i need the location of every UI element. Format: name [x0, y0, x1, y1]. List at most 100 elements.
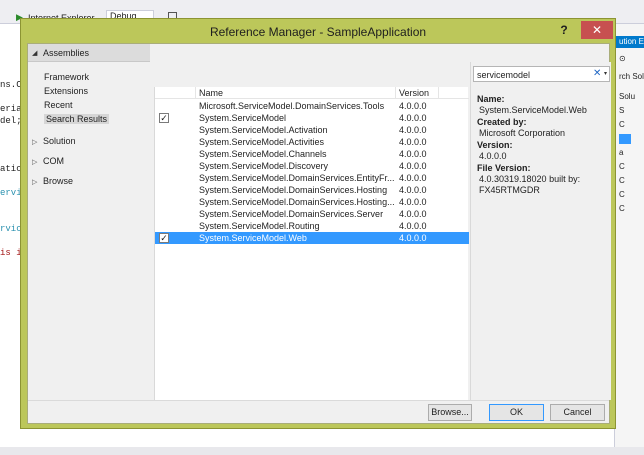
search-box[interactable]: ✕ ▾ [473, 66, 610, 82]
assembly-name: System.ServiceModel.Discovery [199, 161, 329, 171]
nav-item-browse[interactable]: ▷ Browse [32, 176, 73, 186]
detail-file-version-label: File Version: [477, 163, 531, 173]
code-line: del; [0, 116, 22, 126]
checkmark-icon: ✓ [160, 113, 168, 123]
assembly-row[interactable]: System.ServiceModel.Activation 4.0.0.0 [155, 124, 469, 136]
solution-explorer: ution E ⊙ rch Solu Solu S C a C C C C [614, 24, 644, 455]
assembly-row[interactable]: System.ServiceModel.DomainServices.Hosti… [155, 196, 469, 208]
browse-button[interactable]: Browse... [428, 404, 472, 421]
assembly-row[interactable]: ✓ System.ServiceModel.Web 4.0.0.0 [155, 232, 469, 244]
collapsed-triangle-icon: ▷ [32, 179, 38, 186]
nav-item-browse-label: Browse [43, 176, 74, 186]
close-icon: ✕ [591, 23, 603, 37]
expanded-triangle-icon: ◢ [32, 50, 38, 57]
detail-name-label: Name: [477, 94, 505, 104]
assembly-row[interactable]: Microsoft.ServiceModel.DomainServices.To… [155, 100, 469, 112]
solution-item[interactable]: C [619, 120, 625, 129]
assembly-version: 4.0.0.0 [399, 113, 427, 123]
ok-button[interactable]: OK [489, 404, 544, 421]
solution-item[interactable]: S [619, 106, 624, 115]
solution-item[interactable]: C [619, 204, 625, 213]
category-nav: ◢ Assemblies Framework Extensions Recent… [28, 44, 152, 400]
dialog-client-area: ◢ Assemblies Framework Extensions Recent… [27, 43, 611, 424]
solution-search[interactable]: rch Solu [619, 72, 644, 81]
code-line: ervi [0, 188, 22, 198]
assembly-name: Microsoft.ServiceModel.DomainServices.To… [199, 101, 385, 111]
clear-search-icon[interactable]: ✕ [593, 68, 601, 79]
solution-item[interactable]: C [619, 176, 625, 185]
assembly-version: 4.0.0.0 [399, 101, 427, 111]
solution-selected-item[interactable] [619, 134, 631, 144]
collapsed-triangle-icon: ▷ [32, 139, 38, 146]
close-button[interactable]: ✕ [581, 21, 613, 39]
nav-item-solution-label: Solution [43, 136, 76, 146]
solution-item[interactable]: Solu [619, 92, 635, 101]
detail-file-version-value: 4.0.30319.18020 built by: [479, 174, 581, 184]
assembly-row[interactable]: System.ServiceModel.Channels 4.0.0.0 [155, 148, 469, 160]
detail-created-by-value: Microsoft Corporation [479, 128, 566, 138]
column-separator[interactable] [195, 87, 196, 99]
column-separator[interactable] [438, 87, 439, 99]
solution-item[interactable]: C [619, 162, 625, 171]
checkmark-icon: ✓ [160, 233, 168, 243]
nav-item-recent[interactable]: Recent [44, 100, 73, 110]
dialog-footer: Browse... OK Cancel [28, 400, 609, 423]
assembly-checkbox[interactable]: ✓ [159, 113, 169, 123]
detail-version-label: Version: [477, 140, 513, 150]
nav-item-com-label: COM [43, 156, 64, 166]
nav-item-com[interactable]: ▷ COM [32, 156, 64, 166]
assembly-version: 4.0.0.0 [399, 149, 427, 159]
nav-item-search-results[interactable]: Search Results [44, 114, 110, 124]
cancel-button[interactable]: Cancel [550, 404, 605, 421]
assembly-row[interactable]: System.ServiceModel.Discovery 4.0.0.0 [155, 160, 469, 172]
detail-created-by-label: Created by: [477, 117, 527, 127]
assembly-row[interactable]: System.ServiceModel.Routing 4.0.0.0 [155, 220, 469, 232]
column-header-name[interactable]: Name [199, 88, 223, 98]
column-separator[interactable] [395, 87, 396, 99]
chevron-down-icon[interactable]: ▾ [604, 70, 607, 77]
code-line: eria [0, 104, 22, 114]
assembly-version: 4.0.0.0 [399, 173, 427, 183]
dialog-title: Reference Manager - SampleApplication [209, 25, 427, 39]
nav-item-solution[interactable]: ▷ Solution [32, 136, 76, 146]
assembly-name: System.ServiceModel.DomainServices.Hosti… [199, 197, 395, 207]
home-icon[interactable]: ⊙ [619, 54, 626, 63]
solution-explorer-title[interactable]: ution E [615, 36, 644, 48]
assembly-checkbox[interactable]: ✓ [159, 233, 169, 243]
solution-item[interactable]: a [619, 148, 623, 157]
reference-manager-dialog: Reference Manager - SampleApplication ? … [20, 18, 616, 429]
search-input[interactable] [477, 69, 587, 80]
details-pane: ✕ ▾ Name: System.ServiceModel.Web Create… [470, 62, 611, 400]
code-line: ns.C [0, 80, 22, 90]
assembly-row[interactable]: System.ServiceModel.DomainServices.Entit… [155, 172, 469, 184]
code-line: rvic [0, 224, 22, 234]
solution-item[interactable]: C [619, 190, 625, 199]
detail-name-value: System.ServiceModel.Web [479, 105, 587, 115]
nav-item-extensions[interactable]: Extensions [44, 86, 88, 96]
assembly-version: 4.0.0.0 [399, 233, 427, 243]
assembly-version: 4.0.0.0 [399, 137, 427, 147]
detail-file-version-build: FX45RTMGDR [479, 185, 540, 195]
status-bar [0, 447, 644, 455]
assembly-row[interactable]: System.ServiceModel.DomainServices.Hosti… [155, 184, 469, 196]
assembly-row[interactable]: System.ServiceModel.Activities 4.0.0.0 [155, 136, 469, 148]
code-editor[interactable]: ns.C eria del; atic ervi rvic is i [0, 24, 22, 455]
list-header: Name Version [155, 87, 469, 99]
assembly-name: System.ServiceModel.Web [199, 233, 307, 243]
collapsed-triangle-icon: ▷ [32, 159, 38, 166]
assembly-version: 4.0.0.0 [399, 209, 427, 219]
nav-item-framework[interactable]: Framework [44, 72, 89, 82]
assembly-name: System.ServiceModel [199, 113, 287, 123]
nav-item-assemblies-label: Assemblies [43, 48, 90, 58]
title-bar[interactable]: Reference Manager - SampleApplication ? … [21, 19, 615, 43]
help-button[interactable]: ? [557, 23, 571, 37]
nav-item-assemblies[interactable]: ◢ Assemblies [28, 44, 150, 62]
assembly-name: System.ServiceModel.Routing [199, 221, 320, 231]
assembly-list: Name Version Microsoft.ServiceModel.Doma… [154, 87, 469, 400]
assembly-row[interactable]: System.ServiceModel.DomainServices.Serve… [155, 208, 469, 220]
assembly-name: System.ServiceModel.Activation [199, 125, 328, 135]
assembly-name: System.ServiceModel.Channels [199, 149, 327, 159]
assembly-row[interactable]: ✓ System.ServiceModel 4.0.0.0 [155, 112, 469, 124]
column-header-version[interactable]: Version [399, 88, 429, 98]
assembly-version: 4.0.0.0 [399, 185, 427, 195]
